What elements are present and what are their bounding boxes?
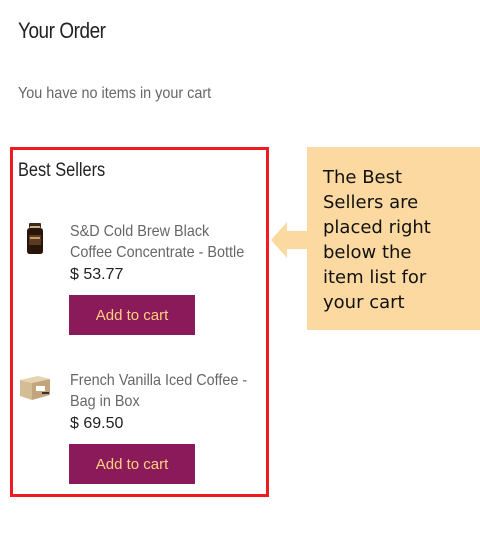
best-sellers-title: Best Sellers bbox=[18, 160, 106, 181]
product-price: $ 53.77 bbox=[70, 266, 124, 283]
page-title: Your Order bbox=[18, 18, 106, 43]
annotation-callout: The Best Sellers are placed right below … bbox=[307, 147, 480, 330]
product-name[interactable]: S&D Cold Brew Black Coffee Concentrate -… bbox=[70, 221, 250, 263]
page: Your Order You have no items in your car… bbox=[0, 0, 480, 536]
empty-cart-message: You have no items in your cart bbox=[18, 85, 212, 102]
annotation-text: The Best Sellers are placed right below … bbox=[323, 167, 431, 313]
product-name[interactable]: French Vanilla Iced Coffee - Bag in Box bbox=[70, 370, 250, 412]
add-to-cart-button[interactable]: Add to cart bbox=[69, 444, 195, 484]
callout-arrow-icon bbox=[271, 222, 309, 258]
product-item: S&D Cold Brew Black Coffee Concentrate -… bbox=[18, 221, 258, 341]
bag-in-box-icon[interactable] bbox=[18, 370, 52, 404]
add-to-cart-button[interactable]: Add to cart bbox=[69, 295, 195, 335]
product-item: French Vanilla Iced Coffee - Bag in Box … bbox=[18, 370, 258, 490]
coffee-bottle-icon[interactable] bbox=[18, 221, 52, 255]
product-price: $ 69.50 bbox=[70, 415, 124, 432]
